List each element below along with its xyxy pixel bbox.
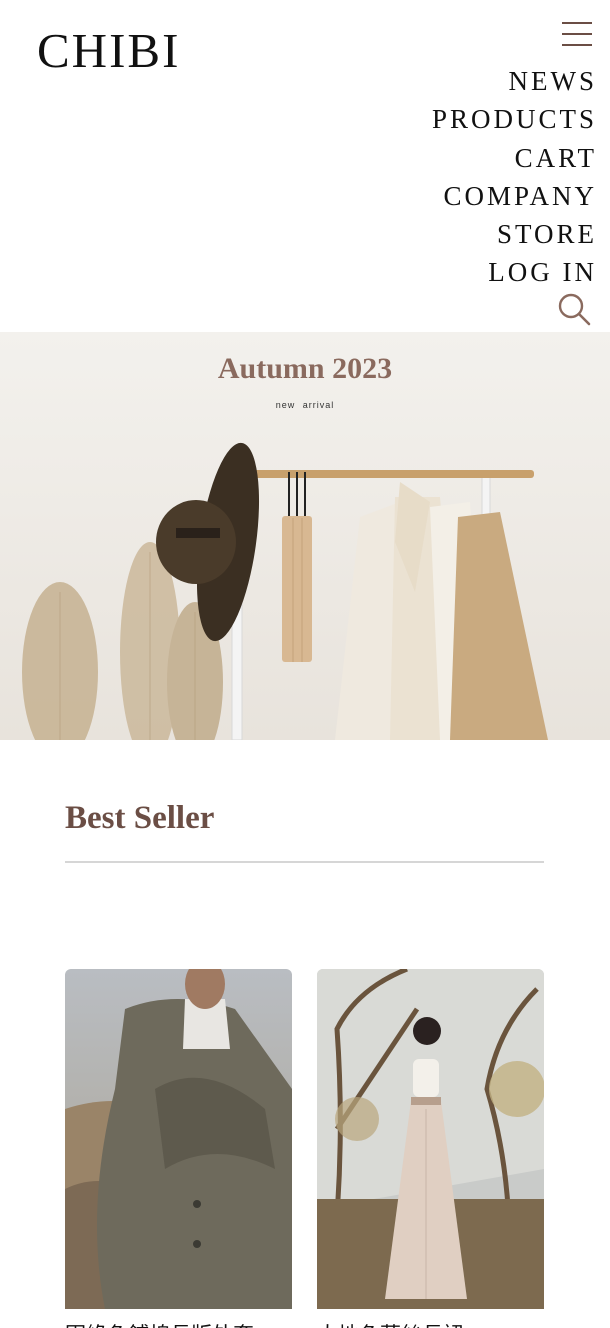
search-icon[interactable] <box>556 291 592 327</box>
hero-clothes-rack-image <box>0 332 610 740</box>
hero-subtitle: new arrival <box>275 400 335 410</box>
nav-item-products[interactable]: PRODUCTS <box>432 100 597 138</box>
hero-banner[interactable]: Autumn 2023 new arrival <box>0 332 610 740</box>
site-header: CHIBI NEWS PRODUCTS CART COMPANY STORE L… <box>0 0 610 332</box>
product-image[interactable] <box>65 969 292 1309</box>
hamburger-menu-icon[interactable] <box>560 20 594 50</box>
product-image[interactable] <box>317 969 544 1309</box>
product-card[interactable]: 軍綠色鋪棉長版外套 <box>65 969 292 1328</box>
section-divider <box>65 861 544 863</box>
product-card[interactable]: 大地色蕾絲長裙 <box>317 969 544 1328</box>
nav-item-store[interactable]: STORE <box>432 215 597 253</box>
main-nav: NEWS PRODUCTS CART COMPANY STORE LOG IN <box>432 62 597 292</box>
best-seller-heading: Best Seller <box>65 800 215 836</box>
nav-item-company[interactable]: COMPANY <box>432 177 597 215</box>
site-logo[interactable]: CHIBI <box>37 22 180 79</box>
product-name[interactable]: 大地色蕾絲長裙 <box>317 1319 544 1328</box>
hero-title: Autumn 2023 <box>217 352 393 385</box>
nav-item-login[interactable]: LOG IN <box>432 253 597 291</box>
nav-item-news[interactable]: NEWS <box>432 62 597 100</box>
product-name[interactable]: 軍綠色鋪棉長版外套 <box>65 1319 292 1328</box>
nav-item-cart[interactable]: CART <box>432 139 597 177</box>
